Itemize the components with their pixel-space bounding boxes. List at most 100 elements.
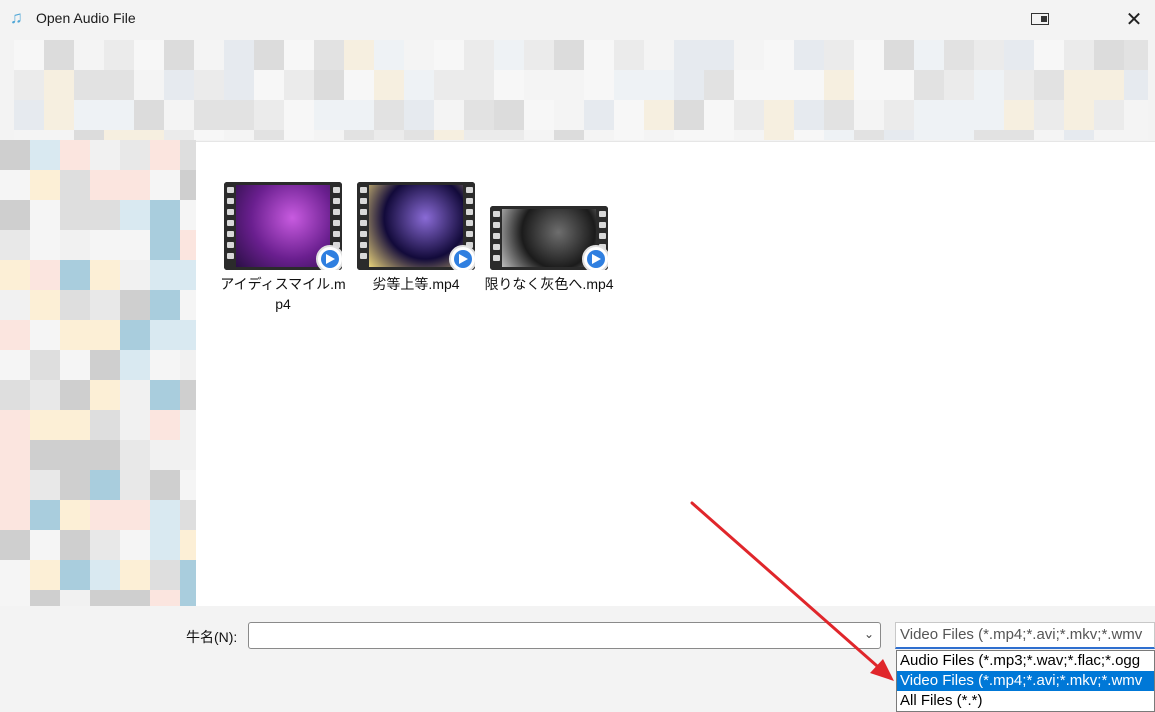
mosaic-cell — [150, 530, 180, 560]
mosaic-cell — [134, 40, 164, 70]
mosaic-cell — [464, 100, 494, 130]
mosaic-cell — [674, 70, 704, 100]
mosaic-cell — [60, 290, 90, 320]
mosaic-cell — [120, 410, 150, 440]
mosaic-cell — [60, 470, 90, 500]
mosaic-cell — [150, 440, 180, 470]
redacted-navigation-pane — [0, 140, 196, 606]
file-type-selected: Video Files (*.mp4;*.avi;*.mkv;*.wmv — [900, 626, 1143, 643]
mosaic-cell — [944, 100, 974, 130]
mosaic-cell — [180, 440, 196, 470]
mosaic-cell — [194, 100, 224, 130]
mosaic-cell — [180, 200, 196, 230]
mosaic-cell — [974, 70, 1004, 100]
mosaic-cell — [120, 200, 150, 230]
mosaic-cell — [1004, 40, 1034, 70]
mosaic-cell — [674, 100, 704, 130]
mosaic-cell — [30, 560, 60, 590]
mosaic-cell — [164, 130, 194, 140]
mosaic-cell — [0, 200, 30, 230]
mosaic-cell — [120, 290, 150, 320]
file-type-dropdown-list[interactable]: Audio Files (*.mp3;*.wav;*.flac;*.ogg Vi… — [896, 650, 1155, 712]
mosaic-cell — [434, 130, 464, 140]
mosaic-cell — [120, 440, 150, 470]
mosaic-cell — [314, 130, 344, 140]
file-type-option-all[interactable]: All Files (*.*) — [897, 691, 1154, 711]
mosaic-cell — [150, 320, 180, 350]
mosaic-cell — [344, 40, 374, 70]
file-type-option-audio[interactable]: Audio Files (*.mp3;*.wav;*.flac;*.ogg — [897, 651, 1154, 671]
mosaic-cell — [120, 530, 150, 560]
mosaic-cell — [614, 40, 644, 70]
mosaic-cell — [1124, 70, 1148, 100]
mosaic-cell — [180, 470, 196, 500]
mosaic-cell — [90, 590, 120, 606]
mosaic-cell — [0, 410, 30, 440]
mosaic-cell — [74, 100, 104, 130]
mosaic-cell — [30, 530, 60, 560]
mosaic-cell — [824, 40, 854, 70]
mosaic-cell — [494, 100, 524, 130]
mosaic-cell — [404, 130, 434, 140]
file-type-select[interactable]: Video Files (*.mp4;*.avi;*.mkv;*.wmv — [895, 622, 1155, 649]
mosaic-cell — [120, 140, 150, 170]
mosaic-cell — [74, 70, 104, 100]
mosaic-cell — [554, 100, 584, 130]
mosaic-cell — [90, 230, 120, 260]
mosaic-cell — [374, 40, 404, 70]
mosaic-cell — [1034, 100, 1064, 130]
mosaic-cell — [104, 70, 134, 100]
mosaic-cell — [150, 380, 180, 410]
mosaic-cell — [584, 70, 614, 100]
mosaic-cell — [60, 440, 90, 470]
mosaic-cell — [0, 500, 30, 530]
mosaic-cell — [150, 260, 180, 290]
mosaic-cell — [180, 140, 196, 170]
mosaic-cell — [120, 380, 150, 410]
file-item[interactable]: 劣等上等.mp4 — [351, 182, 481, 294]
mosaic-cell — [824, 100, 854, 130]
file-list-view[interactable]: アイディスマイル.mp4 劣等上等.mp4 限りなく灰色へ.mp4 — [196, 141, 1155, 606]
mosaic-cell — [1094, 130, 1124, 140]
mosaic-cell — [180, 320, 196, 350]
mosaic-cell — [794, 100, 824, 130]
mosaic-cell — [494, 70, 524, 100]
mosaic-cell — [44, 70, 74, 100]
mosaic-cell — [644, 130, 674, 140]
mosaic-cell — [150, 590, 180, 606]
mosaic-cell — [1004, 70, 1034, 100]
mosaic-cell — [344, 70, 374, 100]
close-button[interactable]: ✕ — [1116, 4, 1152, 34]
mosaic-cell — [1094, 40, 1124, 70]
mosaic-cell — [180, 350, 196, 380]
file-name: 限りなく灰色へ.mp4 — [484, 276, 614, 292]
mosaic-cell — [254, 100, 284, 130]
mosaic-cell — [60, 350, 90, 380]
file-item[interactable]: アイディスマイル.mp4 — [218, 182, 348, 314]
mosaic-cell — [134, 70, 164, 100]
mosaic-cell — [150, 200, 180, 230]
mosaic-cell — [14, 70, 44, 100]
mosaic-cell — [0, 140, 30, 170]
mosaic-cell — [44, 130, 74, 140]
file-item[interactable]: 限りなく灰色へ.mp4 — [484, 206, 614, 294]
mosaic-cell — [584, 100, 614, 130]
mosaic-cell — [194, 130, 224, 140]
mosaic-cell — [974, 40, 1004, 70]
restore-button[interactable] — [1024, 6, 1056, 32]
mosaic-cell — [60, 500, 90, 530]
mosaic-cell — [644, 70, 674, 100]
mosaic-cell — [344, 100, 374, 130]
mosaic-cell — [30, 410, 60, 440]
mosaic-cell — [0, 530, 30, 560]
window-title: Open Audio File — [36, 10, 136, 26]
mosaic-cell — [614, 100, 644, 130]
file-name: アイディスマイル.mp4 — [220, 276, 346, 312]
mosaic-cell — [434, 100, 464, 130]
file-type-option-video[interactable]: Video Files (*.mp4;*.avi;*.mkv;*.wmv — [897, 671, 1154, 691]
mosaic-cell — [134, 130, 164, 140]
mosaic-cell — [180, 530, 196, 560]
mosaic-cell — [180, 170, 196, 200]
mosaic-cell — [90, 560, 120, 590]
mosaic-cell — [120, 470, 150, 500]
